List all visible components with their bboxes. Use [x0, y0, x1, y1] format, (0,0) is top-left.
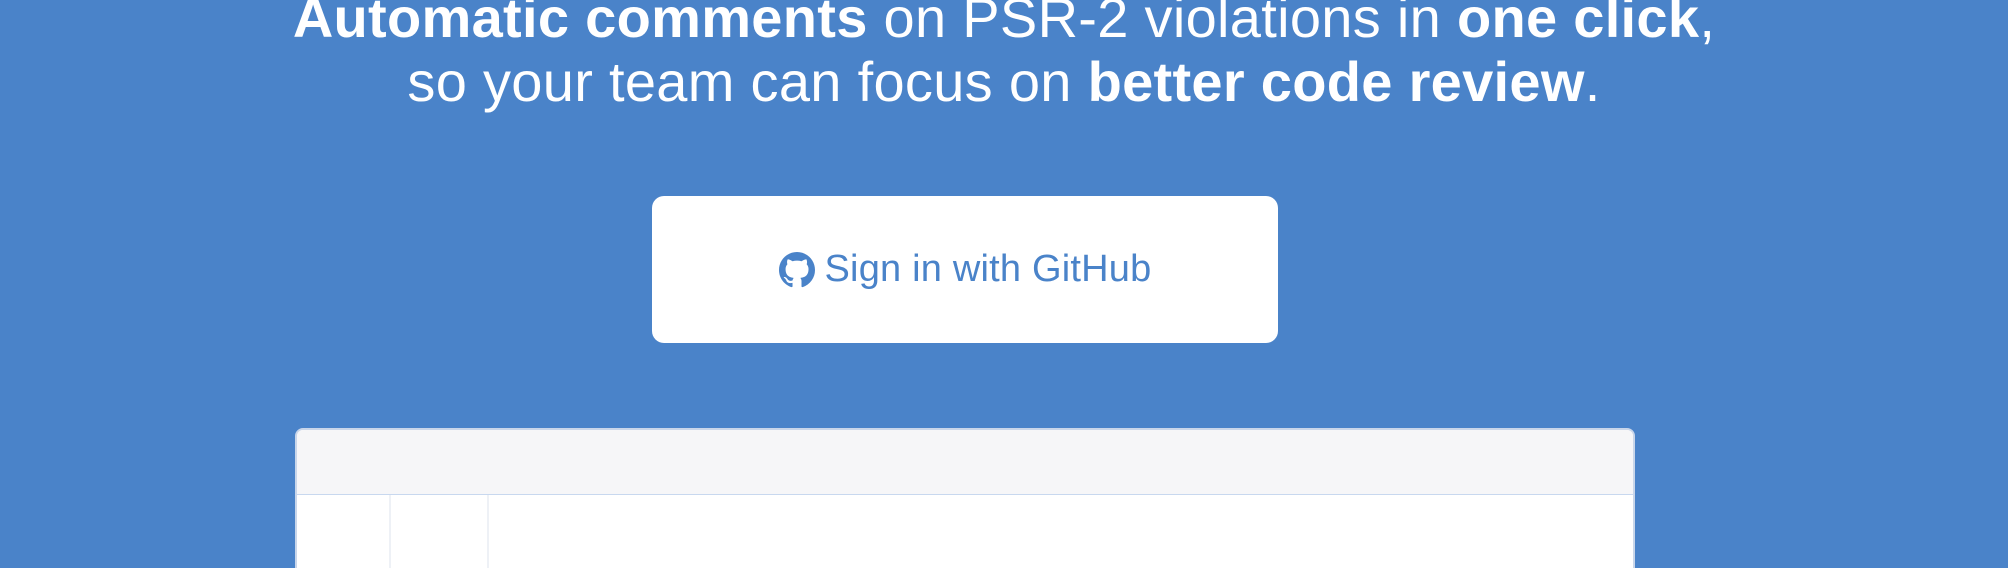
sign-in-with-github-button[interactable]: Sign in with GitHub [652, 196, 1278, 343]
headline-emphasis-one-click: one click [1456, 0, 1700, 49]
preview-header-bar [297, 430, 1633, 495]
hero-section: Automatic comments on PSR-2 violations i… [0, 0, 2008, 568]
sign-in-button-label: Sign in with GitHub [824, 248, 1152, 290]
headline-emphasis-automatic-comments: Automatic comments [292, 0, 868, 49]
github-icon [778, 251, 815, 288]
code-review-preview-window [295, 428, 1635, 568]
headline-punctuation: . [1584, 50, 1601, 113]
headline-emphasis-better-code-review: better code review [1087, 50, 1585, 113]
line-number-gutter-right [487, 495, 489, 568]
headline-line-1: Automatic comments on PSR-2 violations i… [0, 0, 2008, 50]
line-number-gutter-left [389, 495, 391, 568]
headline-punctuation: , [1699, 0, 1716, 49]
headline-text: so your team can focus on [407, 50, 1088, 113]
preview-code-area [297, 495, 1633, 568]
headline-line-2: so your team can focus on better code re… [0, 50, 2008, 114]
headline-text: on PSR-2 violations in [867, 0, 1457, 49]
